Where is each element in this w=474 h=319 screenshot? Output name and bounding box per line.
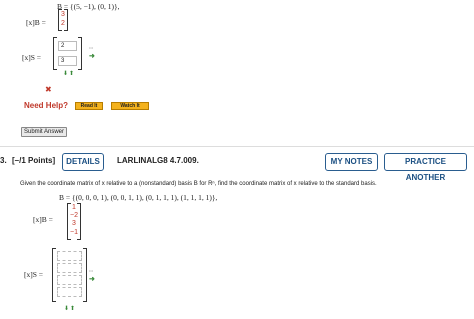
xs-label: [x]S = [22,53,42,62]
add-row-arrows-icon[interactable]: ⬇⬆ [64,305,76,312]
matrix-resize-hint: ••• [89,45,94,50]
xb-label: [x]B = [33,215,53,224]
add-column-arrow-icon[interactable]: ➜ [89,52,95,60]
practice-another-button[interactable]: PRACTICE ANOTHER [384,153,467,182]
xb-vector: 3 2 [58,9,68,31]
xb-vector: 1 −2 3 −1 [67,203,81,240]
xb-entry: 3 [61,11,65,18]
watch-it-button[interactable]: Watch It [111,102,149,110]
xs-answer-cell[interactable]: 3 [58,56,77,66]
matrix-resize-hint: ••• [89,268,94,273]
question-number: 3. [0,156,7,165]
xb-entry: −2 [70,212,78,219]
question-divider [0,146,474,147]
xs-answer-cell[interactable] [57,287,82,297]
xs-answer-matrix [52,248,87,302]
add-row-arrows-icon[interactable]: ⬇⬆ [63,70,75,77]
xs-answer-cell[interactable] [57,275,82,285]
add-column-arrow-icon[interactable]: ➜ [89,275,95,283]
xb-entry: 1 [72,204,76,211]
xs-answer-cell[interactable] [57,251,82,261]
incorrect-x-icon: ✖ [45,85,52,94]
xb-entry: 2 [61,20,65,27]
submit-answer-button[interactable]: Submit Answer [21,127,67,137]
xb-label: [x]B = [26,18,46,27]
xb-entry: 3 [72,220,76,227]
details-button[interactable]: DETAILS [62,153,104,171]
xs-answer-matrix: 2 3 [53,37,82,70]
xs-label: [x]S = [24,270,44,279]
question-points: [–/1 Points] [12,156,56,165]
xs-answer-cell[interactable] [57,263,82,273]
problem-code: LARLINALG8 4.7.009. [117,156,199,165]
xb-entry: −1 [70,229,78,236]
read-it-button[interactable]: Read It [75,102,103,110]
my-notes-button[interactable]: MY NOTES [325,153,378,171]
basis-b-equation: B = {(0, 0, 0, 1), (0, 0, 1, 1), (0, 1, … [59,193,218,202]
xs-answer-cell[interactable]: 2 [58,41,77,51]
need-help-label: Need Help? [24,101,69,110]
question-prompt: Given the coordinate matrix of x relativ… [20,181,377,187]
